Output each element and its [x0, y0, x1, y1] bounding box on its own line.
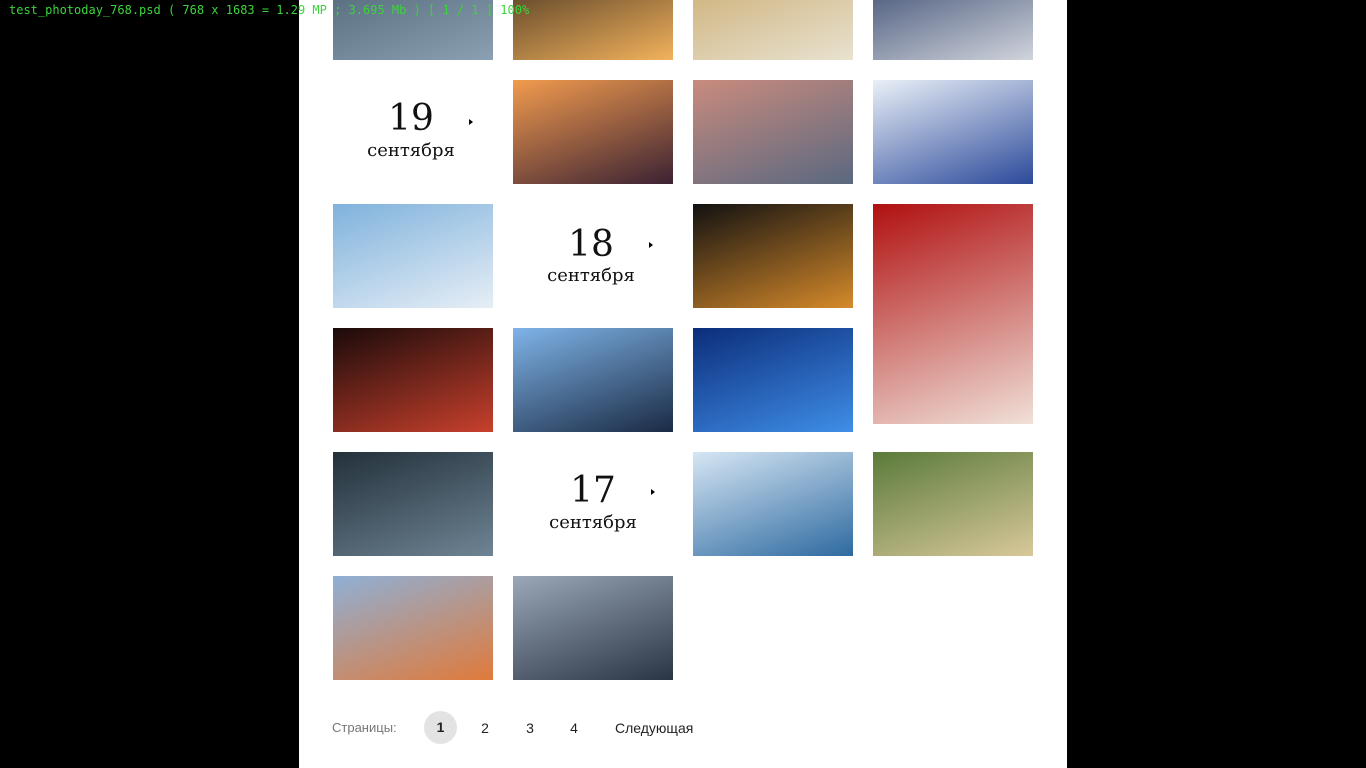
date-tile-19[interactable]: 19 сентября [333, 80, 493, 184]
next-arrow-icon [651, 489, 655, 495]
date-month: сентября [547, 265, 635, 286]
film-projector-photo[interactable] [333, 452, 493, 556]
pagination-label: Страницы: [332, 720, 397, 735]
date-day: 17 [570, 470, 616, 511]
graduation-caps-photo[interactable] [513, 328, 673, 432]
page-link-1[interactable]: 1 [424, 711, 457, 744]
impressionist-street-photo[interactable] [693, 0, 853, 60]
cola-cans-photo[interactable] [873, 204, 1033, 424]
date-day: 18 [568, 224, 614, 265]
mountain-glacier-photo[interactable] [333, 204, 493, 308]
date-month: сентября [549, 512, 637, 533]
page-link-4[interactable]: 4 [568, 711, 580, 745]
page-link-3[interactable]: 3 [524, 711, 536, 745]
sound-engineer-photo[interactable] [873, 0, 1033, 60]
page-link-2[interactable]: 2 [479, 711, 491, 745]
grinder-sparks-photo[interactable] [513, 0, 673, 60]
scooter-rider-photo[interactable] [873, 452, 1033, 556]
next-page-link[interactable]: Следующая [615, 711, 693, 745]
viewer-title-bar: test_photoday_768.psd ( 768 x 1683 = 1.2… [9, 3, 530, 17]
date-tile-17[interactable]: 17 сентября [513, 452, 673, 556]
flamenco-dancers-photo[interactable] [693, 204, 853, 308]
winter-couple-photo[interactable] [693, 452, 853, 556]
night-light-trails-photo[interactable] [333, 328, 493, 432]
date-month: сентября [367, 140, 455, 161]
iceberg-moon-photo[interactable] [693, 328, 853, 432]
next-arrow-icon [469, 119, 473, 125]
railway-station-dusk-photo[interactable] [333, 576, 493, 680]
airport-hall-people-photo[interactable] [873, 80, 1033, 184]
next-arrow-icon [649, 242, 653, 248]
date-day: 19 [388, 98, 434, 139]
airport-woman-seat-photo[interactable] [513, 576, 673, 680]
oil-pumps-sunset-photo[interactable] [513, 80, 673, 184]
sea-platform-dusk-photo[interactable] [693, 80, 853, 184]
date-tile-18[interactable]: 18 сентября [513, 204, 673, 308]
photo-day-page: 19 сентября 18 сентября 17 сентября Стра… [299, 0, 1067, 768]
